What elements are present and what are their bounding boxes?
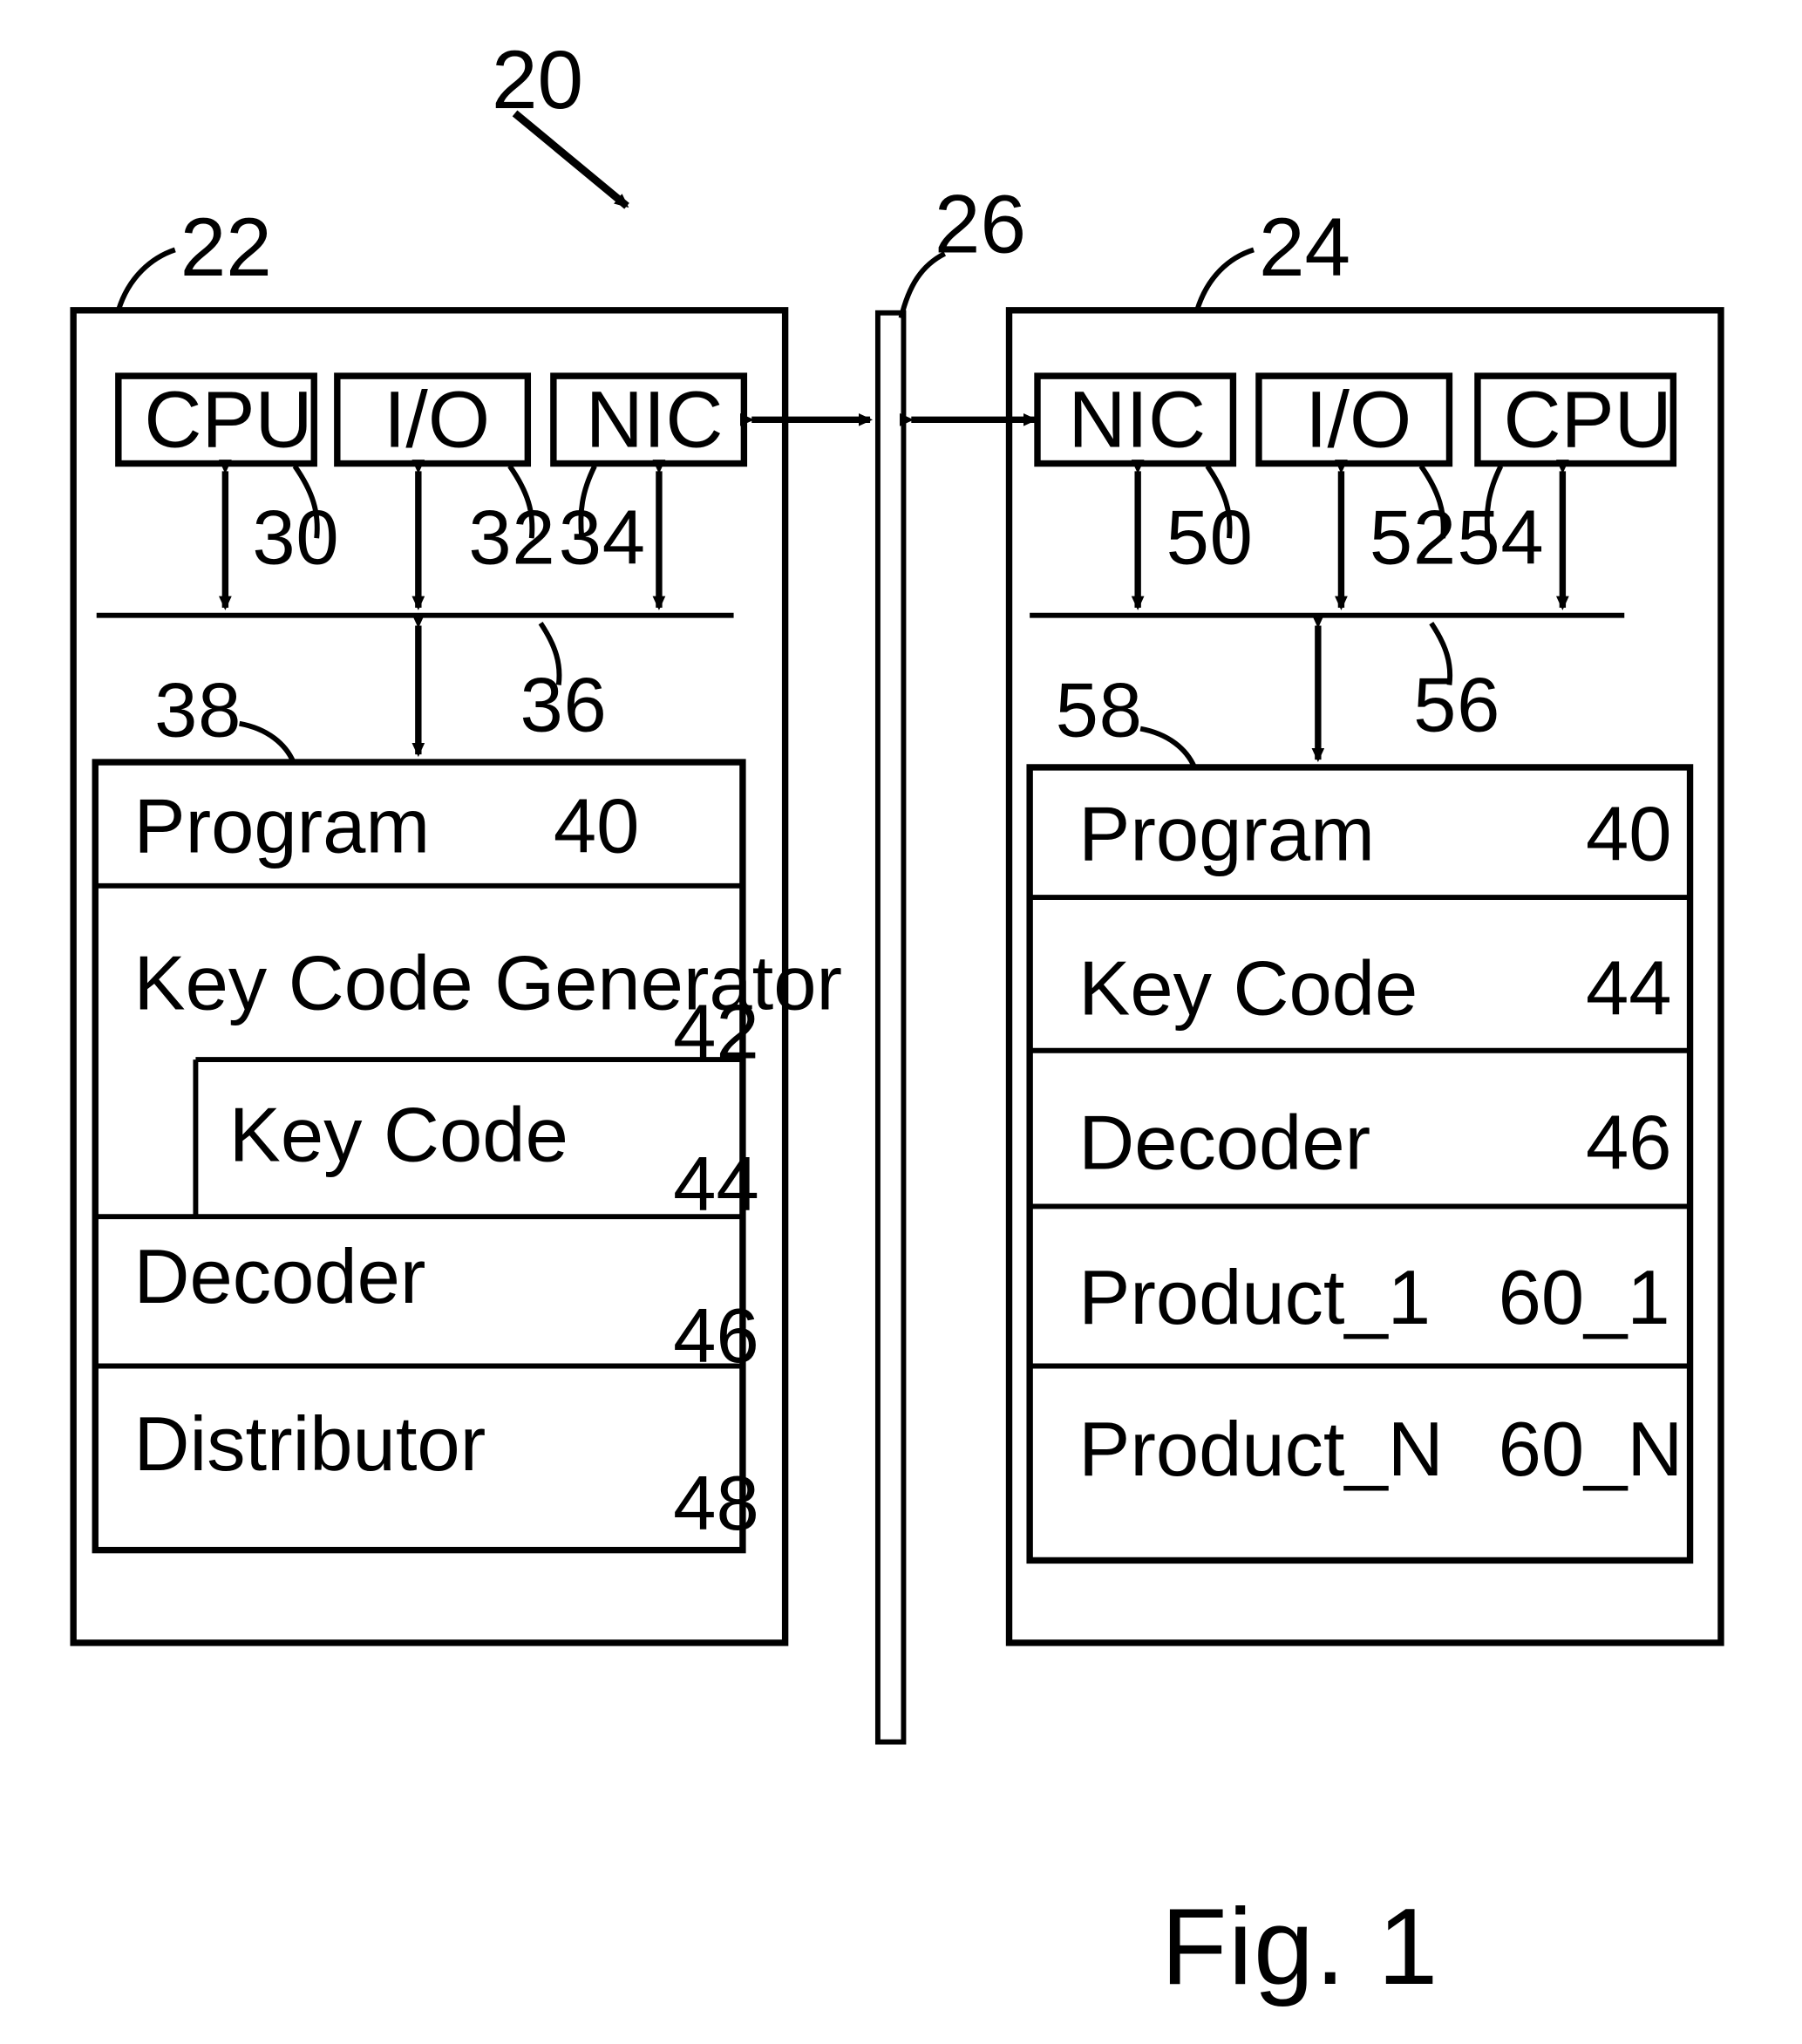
- right-module-label-key-code: Key Code: [1078, 944, 1418, 1032]
- left-module-label-decoder: Decoder: [133, 1233, 426, 1320]
- right-module-label-product-n: Product_N: [1078, 1406, 1444, 1493]
- right-module-label-program: Program: [1078, 790, 1375, 877]
- right-module-label-decoder: Decoder: [1078, 1099, 1371, 1186]
- left-io-bus-numeral: 32: [468, 494, 556, 581]
- left-module-label-program: Program: [133, 782, 431, 869]
- left-cpu-bus-numeral: 30: [252, 494, 340, 581]
- right-module-numeral-product-1: 60_1: [1498, 1254, 1670, 1340]
- right-memory-numeral: 58: [1055, 666, 1143, 753]
- left-bus-numeral: 36: [520, 661, 608, 748]
- right-module-numeral-decoder: 46: [1585, 1099, 1672, 1186]
- right-io-bus-numeral: 52: [1369, 494, 1457, 581]
- left-io-label: I/O: [383, 376, 491, 465]
- right-nic-bus-numeral: 50: [1166, 494, 1254, 581]
- figure-caption: Fig. 1: [1160, 1885, 1439, 2007]
- right-cpu-bus-numeral: 54: [1457, 494, 1545, 581]
- left-module-numeral-key-code: 44: [673, 1141, 759, 1228]
- left-module-numeral-distributor: 48: [673, 1460, 759, 1547]
- left-module-label-distributor: Distributor: [133, 1400, 486, 1488]
- left-module-numeral-decoder: 46: [673, 1292, 759, 1380]
- left-module-numeral-program: 40: [553, 782, 640, 869]
- system-numeral-20: 20: [491, 33, 584, 126]
- left-system-numeral: 22: [180, 201, 272, 294]
- left-nic-bus-numeral: 34: [558, 494, 646, 581]
- right-module-numeral-key-code: 44: [1585, 944, 1672, 1032]
- right-io-label: I/O: [1305, 376, 1412, 465]
- right-nic-label: NIC: [1068, 376, 1207, 465]
- right-module-label-product-1: Product_1: [1078, 1254, 1431, 1340]
- patent-figure: 20 22 CPU I/O NIC 30 32 34 36 38 Program…: [0, 0, 1802, 2044]
- left-memory-numeral: 38: [154, 666, 242, 753]
- left-module-label-key-code: Key Code: [228, 1092, 568, 1178]
- network-link-numeral: 26: [934, 177, 1026, 271]
- left-nic-label: NIC: [585, 376, 724, 465]
- right-bus-numeral: 56: [1413, 661, 1501, 748]
- right-module-numeral-program: 40: [1585, 790, 1672, 877]
- left-module-numeral-key-code-generator: 42: [673, 988, 759, 1075]
- right-cpu-label: CPU: [1503, 376, 1672, 465]
- right-system-numeral: 24: [1258, 201, 1351, 294]
- left-cpu-label: CPU: [144, 376, 313, 465]
- right-module-numeral-product-n: 60_N: [1498, 1406, 1683, 1493]
